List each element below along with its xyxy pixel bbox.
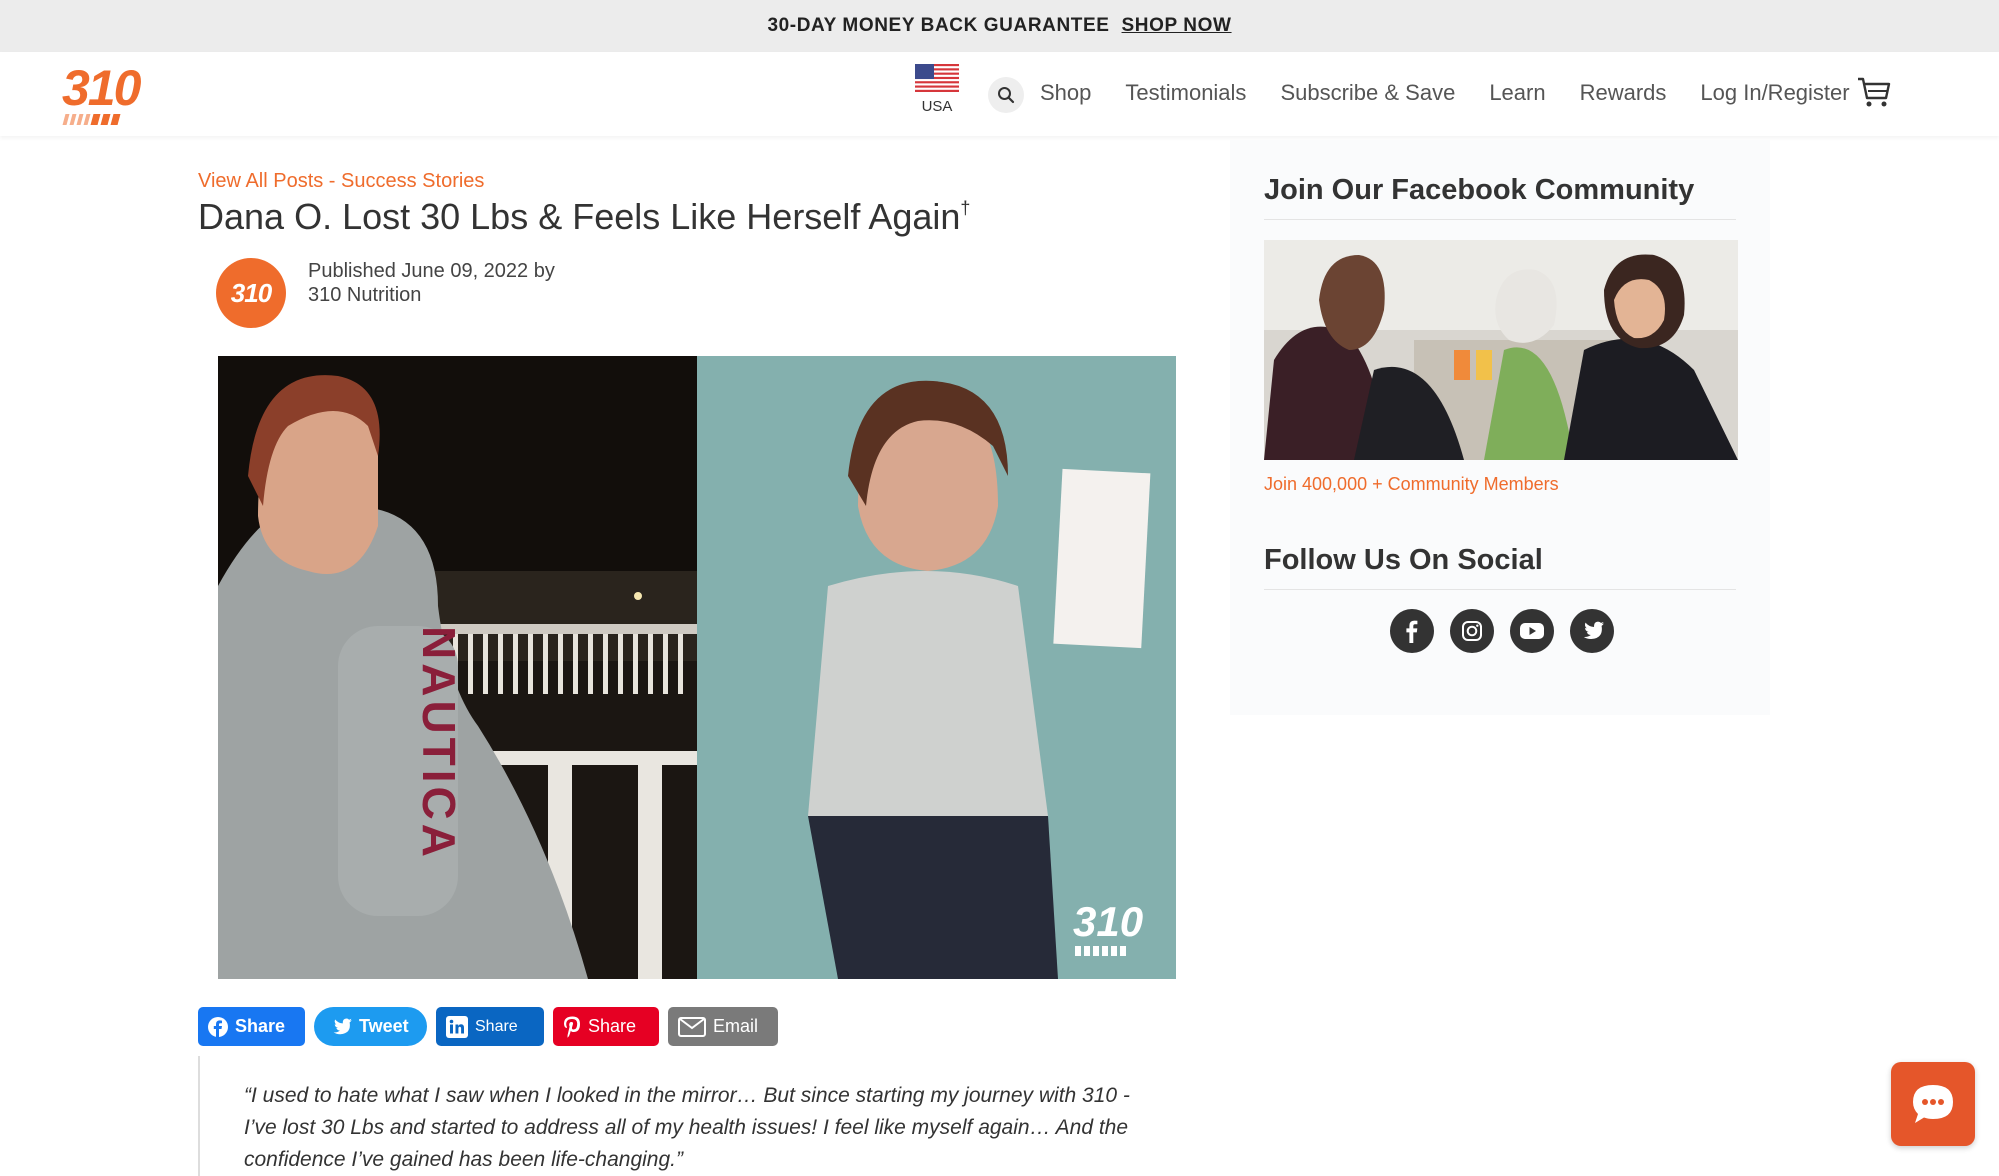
nav-shop[interactable]: Shop	[1040, 80, 1091, 106]
linkedin-share-button[interactable]: Share	[436, 1007, 544, 1046]
pinterest-share-button[interactable]: Share	[553, 1007, 659, 1046]
main-nav: Shop Testimonials Subscribe & Save Learn…	[1040, 80, 1850, 106]
email-share-label: Email	[713, 1016, 759, 1036]
region-label: USA	[921, 98, 953, 115]
social-links	[1390, 609, 1614, 653]
nav-subscribe-save[interactable]: Subscribe & Save	[1280, 80, 1455, 106]
share-buttons: Share Tweet Share Share Email	[198, 1007, 778, 1046]
pinterest-share-label: Share	[588, 1016, 637, 1036]
facebook-share-label: Share	[235, 1016, 286, 1036]
facebook-community-heading: Join Our Facebook Community	[1264, 174, 1736, 220]
region-selector[interactable]: USA	[914, 64, 960, 115]
author-name: 310 Nutrition	[308, 284, 422, 306]
breadcrumb-separator: -	[323, 170, 342, 192]
linkedin-share-label: Share	[475, 1017, 518, 1035]
publish-info: Published June 09, 2022 by 310 Nutrition	[308, 259, 555, 307]
quote-line-2: I’ve lost 30 Lbs and started to address …	[244, 1116, 1129, 1139]
published-date: Published June 09, 2022 by	[308, 260, 555, 282]
brand-logo[interactable]: 310	[62, 60, 158, 125]
email-share-button[interactable]: Email	[668, 1007, 778, 1046]
promo-bar: 30-DAY MONEY BACK GUARANTEE SHOP NOW	[0, 0, 1999, 52]
join-community-link[interactable]: Join 400,000 + Community Members	[1264, 474, 1559, 495]
view-all-posts-link[interactable]: View All Posts	[198, 170, 323, 192]
page-title: Dana O. Lost 30 Lbs & Feels Like Herself…	[198, 196, 970, 238]
search-button[interactable]	[988, 77, 1024, 113]
email-icon	[678, 1016, 706, 1037]
community-hug-illustration	[1264, 240, 1738, 460]
youtube-social-link[interactable]	[1510, 609, 1554, 653]
facebook-icon	[208, 1016, 228, 1037]
testimonial-quote: “I used to hate what I saw when I looked…	[198, 1056, 1158, 1176]
youtube-icon	[1520, 623, 1544, 639]
logo-text: 310	[62, 60, 141, 116]
facebook-social-link[interactable]	[1390, 609, 1434, 653]
hero-sweatshirt-text: NAUTICA	[413, 626, 465, 861]
follow-social-heading: Follow Us On Social	[1264, 544, 1736, 590]
cart-button[interactable]	[1856, 74, 1892, 110]
facebook-community-image[interactable]	[1264, 240, 1738, 460]
facebook-icon	[1406, 620, 1418, 643]
title-dagger: †	[960, 198, 971, 218]
twitter-tweet-label: Tweet	[359, 1016, 409, 1036]
nav-testimonials[interactable]: Testimonials	[1125, 80, 1246, 106]
hero-watermark-text: 310	[1073, 898, 1143, 945]
twitter-icon	[333, 1018, 352, 1034]
quote-line-3: confidence I’ve gained has been life-cha…	[244, 1148, 683, 1171]
breadcrumb: View All Posts - Success Stories	[198, 170, 484, 193]
author-avatar-text: 310	[230, 277, 272, 308]
linkedin-icon	[446, 1015, 468, 1038]
facebook-share-button[interactable]: Share	[198, 1007, 305, 1046]
cart-icon	[1858, 77, 1891, 107]
nav-learn[interactable]: Learn	[1489, 80, 1545, 106]
before-after-illustration: NAUTICA 310	[218, 356, 1176, 979]
twitter-tweet-button[interactable]: Tweet	[314, 1007, 427, 1046]
sidebar: Join Our Facebook Community Join 400,000…	[1230, 140, 1770, 715]
success-stories-link[interactable]: Success Stories	[341, 170, 484, 192]
quote-line-1: “I used to hate what I saw when I looked…	[244, 1084, 1130, 1107]
instagram-icon	[1462, 621, 1482, 641]
pinterest-icon	[564, 1016, 580, 1038]
title-text: Dana O. Lost 30 Lbs & Feels Like Herself…	[198, 196, 961, 237]
twitter-icon	[1583, 621, 1604, 640]
promo-text: 30-DAY MONEY BACK GUARANTEE	[767, 15, 1110, 36]
twitter-social-link[interactable]	[1570, 609, 1614, 653]
instagram-social-link[interactable]	[1450, 609, 1494, 653]
chat-button[interactable]	[1891, 1062, 1975, 1146]
before-after-photo: NAUTICA 310	[218, 356, 1176, 979]
author-avatar: 310	[216, 258, 286, 328]
nav-rewards[interactable]: Rewards	[1580, 80, 1667, 106]
search-icon	[998, 87, 1015, 104]
chat-bubble-icon	[1913, 1085, 1953, 1123]
shop-now-link[interactable]: SHOP NOW	[1122, 15, 1232, 37]
nav-login-register[interactable]: Log In/Register	[1700, 80, 1849, 106]
us-flag-icon	[915, 64, 959, 92]
site-header: 310 USA Shop Testimonials Subscribe & Sa…	[0, 52, 1999, 136]
